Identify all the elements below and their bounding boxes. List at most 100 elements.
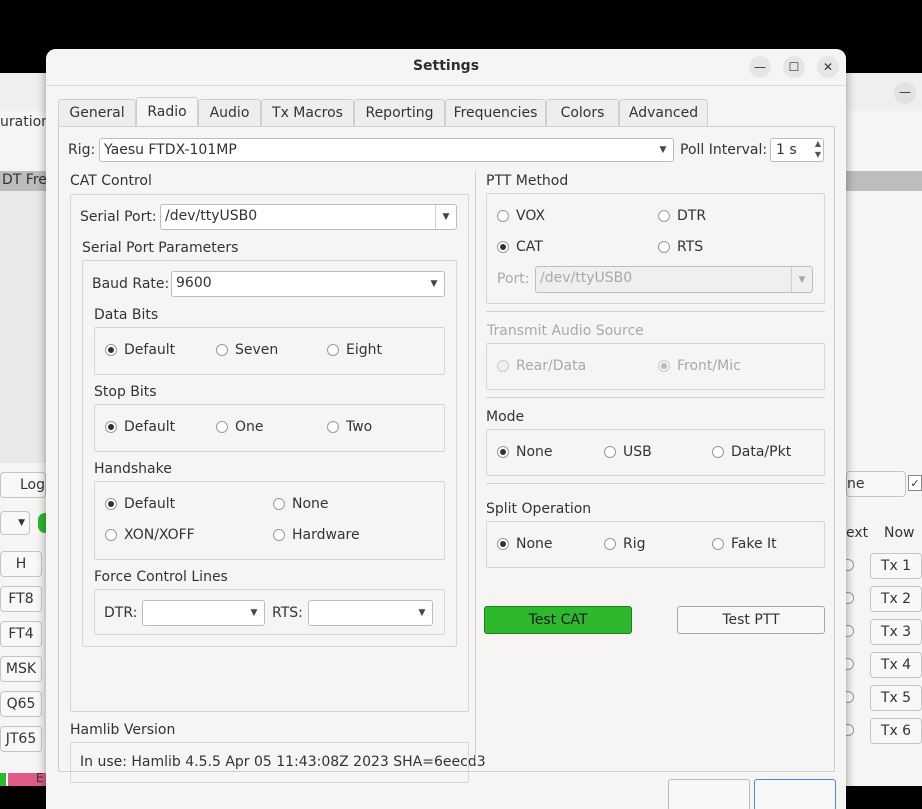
- dtr-label: DTR:: [104, 605, 138, 621]
- dtr-select[interactable]: ▼: [142, 600, 265, 626]
- dialog-title: Settings: [412, 58, 480, 74]
- data-bits-default-radio[interactable]: Default: [105, 342, 175, 358]
- stop-bits-two-radio[interactable]: Two: [327, 419, 372, 435]
- background-list: [0, 191, 46, 463]
- force-control-lines-title: Force Control Lines: [94, 569, 228, 585]
- baud-rate-select[interactable]: 9600 ▼: [171, 271, 445, 297]
- baud-rate-value: 9600: [176, 275, 212, 291]
- tune-button[interactable]: ne: [846, 471, 906, 497]
- ptt-port-value: /dev/ttyUSB0: [540, 270, 633, 286]
- mode-button[interactable]: H: [0, 551, 42, 577]
- rig-value: Yaesu FTDX-101MP: [104, 142, 237, 158]
- close-icon[interactable]: ✕: [817, 56, 839, 78]
- rts-label: RTS:: [272, 605, 303, 621]
- column-divider: [475, 171, 476, 763]
- stop-bits-default-radio[interactable]: Default: [105, 419, 175, 435]
- background-fragment-dt: DT Fre: [2, 172, 47, 188]
- stop-bits-title: Stop Bits: [94, 384, 157, 400]
- mode-usb-radio[interactable]: USB: [604, 444, 652, 460]
- tab-radio[interactable]: Radio: [136, 97, 198, 126]
- serial-port-parameters-title: Serial Port Parameters: [82, 240, 239, 256]
- mode-button[interactable]: JT65: [0, 726, 42, 752]
- serial-port-select[interactable]: /dev/ttyUSB0 ▼: [160, 204, 457, 230]
- ptt-rts-radio[interactable]: RTS: [658, 239, 703, 255]
- tab-frequencies[interactable]: Frequencies: [445, 99, 546, 126]
- tab-audio[interactable]: Audio: [198, 99, 261, 126]
- tab-advanced[interactable]: Advanced: [619, 99, 708, 126]
- cat-control-title: CAT Control: [70, 173, 152, 189]
- handshake-group: [94, 481, 445, 560]
- dialog-button-partial-default[interactable]: [754, 779, 836, 809]
- split-none-radio[interactable]: None: [497, 536, 553, 552]
- separator: [486, 397, 825, 398]
- radio-tab-panel: Rig: Yaesu FTDX-101MP ▼ Poll Interval: 1…: [58, 126, 835, 783]
- background-combo[interactable]: ▼: [0, 511, 30, 535]
- poll-interval-value: 1 s: [776, 142, 797, 158]
- mode-button[interactable]: FT4: [0, 621, 42, 647]
- chevron-down-icon: ▼: [418, 608, 426, 618]
- tab-general[interactable]: General: [58, 99, 136, 126]
- audio-rear-data-radio[interactable]: Rear/Data: [497, 358, 586, 374]
- tx-button[interactable]: Tx 6: [870, 718, 922, 744]
- separator: [486, 311, 825, 312]
- chevron-down-icon: ▼: [791, 267, 812, 292]
- mode-none-radio[interactable]: None: [497, 444, 553, 460]
- background-header-bar-right: [846, 171, 922, 191]
- tx-button[interactable]: Tx 2: [870, 586, 922, 612]
- tx-button[interactable]: Tx 1: [870, 553, 922, 579]
- data-bits-eight-radio[interactable]: Eight: [327, 342, 382, 358]
- mode-button[interactable]: Q65: [0, 691, 42, 717]
- split-rig-radio[interactable]: Rig: [604, 536, 646, 552]
- transmit-audio-source-title: Transmit Audio Source: [487, 323, 644, 339]
- ptt-port-select[interactable]: /dev/ttyUSB0 ▼: [535, 266, 813, 293]
- poll-interval-label: Poll Interval:: [680, 142, 768, 158]
- tx-button[interactable]: Tx 4: [870, 652, 922, 678]
- background-checkbox[interactable]: ✓: [908, 475, 922, 491]
- chevron-down-icon: ▼: [435, 205, 456, 229]
- tx-button[interactable]: Tx 5: [870, 685, 922, 711]
- maximize-icon[interactable]: ☐: [783, 56, 805, 78]
- tx-button[interactable]: Tx 3: [870, 619, 922, 645]
- ptt-vox-radio[interactable]: VOX: [497, 208, 545, 224]
- serial-port-value: /dev/ttyUSB0: [165, 208, 258, 224]
- mode-title: Mode: [486, 409, 525, 425]
- hamlib-version-title: Hamlib Version: [70, 722, 176, 738]
- next-label: ext: [846, 525, 869, 541]
- now-label: Now: [884, 525, 915, 541]
- rts-select[interactable]: ▼: [308, 600, 433, 626]
- serial-port-label: Serial Port:: [80, 209, 157, 225]
- chevron-down-icon: ▼: [250, 608, 258, 618]
- log-button[interactable]: Log: [0, 472, 46, 498]
- hamlib-version-text: In use: Hamlib 4.5.5 Apr 05 11:43:08Z 20…: [80, 754, 486, 770]
- stop-bits-one-radio[interactable]: One: [216, 419, 264, 435]
- rig-select[interactable]: Yaesu FTDX-101MP ▼: [99, 138, 674, 162]
- mode-button[interactable]: FT8: [0, 586, 42, 612]
- data-bits-seven-radio[interactable]: Seven: [216, 342, 278, 358]
- mode-data-pkt-radio[interactable]: Data/Pkt: [712, 444, 791, 460]
- background-status-green: [0, 773, 6, 786]
- minimize-icon[interactable]: —: [749, 56, 771, 78]
- poll-interval-spinbox[interactable]: 1 s ▲ ▼: [770, 138, 824, 162]
- tab-tx-macros[interactable]: Tx Macros: [261, 99, 354, 126]
- background-minimize-icon[interactable]: —: [894, 82, 916, 104]
- ptt-cat-radio[interactable]: CAT: [497, 239, 543, 255]
- spin-down-icon[interactable]: ▼: [815, 150, 821, 159]
- tab-colors[interactable]: Colors: [546, 99, 619, 126]
- test-cat-button[interactable]: Test CAT: [484, 606, 632, 634]
- ptt-dtr-radio[interactable]: DTR: [658, 208, 706, 224]
- handshake-none-radio[interactable]: None: [273, 496, 329, 512]
- test-ptt-button[interactable]: Test PTT: [677, 606, 825, 634]
- handshake-hardware-radio[interactable]: Hardware: [273, 527, 360, 543]
- handshake-default-radio[interactable]: Default: [105, 496, 175, 512]
- chevron-down-icon: ▼: [659, 145, 667, 155]
- tab-reporting[interactable]: Reporting: [354, 99, 445, 126]
- split-fake-it-radio[interactable]: Fake It: [712, 536, 777, 552]
- handshake-xonxoff-radio[interactable]: XON/XOFF: [105, 527, 195, 543]
- dialog-button-partial[interactable]: [668, 779, 750, 809]
- spin-up-icon[interactable]: ▲: [815, 139, 821, 148]
- split-operation-title: Split Operation: [486, 501, 592, 517]
- rig-label: Rig:: [68, 142, 96, 158]
- mode-button[interactable]: MSK: [0, 656, 42, 682]
- handshake-title: Handshake: [94, 461, 172, 477]
- audio-front-mic-radio[interactable]: Front/Mic: [658, 358, 741, 374]
